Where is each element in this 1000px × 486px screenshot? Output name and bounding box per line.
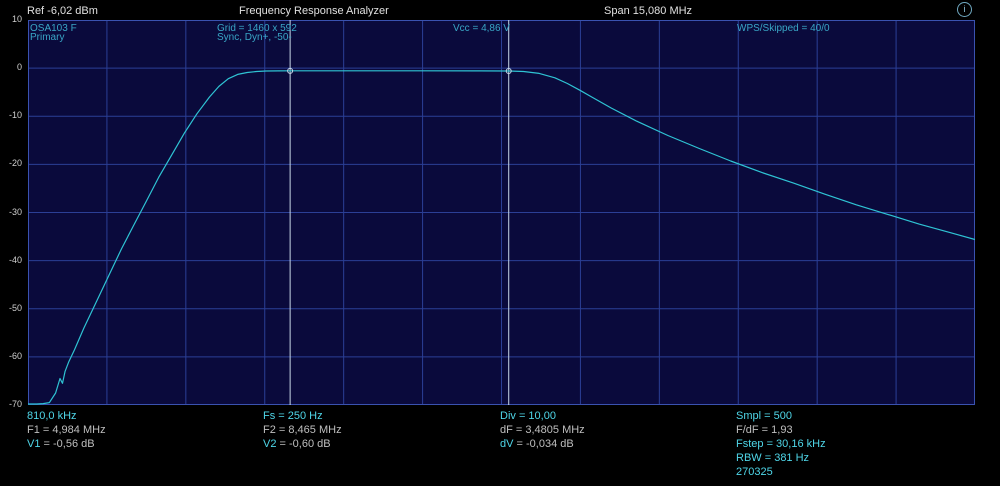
dv-text: = -0,034 dB [513,438,574,450]
sample-rate: Fs = 250 Hz [263,410,323,422]
wps-readout: WPS/Skipped = 40/0 [737,23,830,34]
resolution-bandwidth: RBW = 381 Hz [736,452,810,464]
v1-label: V1 [27,438,41,450]
y-tick-label: -30 [8,206,22,217]
delta-value: dV = -0,034 dB [500,438,574,450]
vcc-readout: Vcc = 4,86 V [453,23,510,34]
date-stamp: 270325 [736,466,773,478]
app-title: Frequency Response Analyzer [239,5,389,17]
sample-count: Smpl = 500 [736,410,792,422]
marker-v2-value: V2 = -0,60 dB [263,438,331,450]
y-tick-label: -50 [8,302,22,313]
span-readout: Span 15,080 MHz [604,5,693,17]
v2-text: = -0,60 dB [276,438,331,450]
f-over-df: F/dF = 1,93 [736,424,793,436]
frequency-step: Fstep = 30,16 kHz [736,438,826,450]
marker-v1-value: V1 = -0,56 dB [27,438,95,450]
help-icon[interactable]: i [957,2,972,17]
division-setting: Div = 10,00 [500,410,556,422]
v1-text: = -0,56 dB [40,438,95,450]
start-frequency: 810,0 kHz [27,410,77,422]
sync-info: Sync, Dyn+, -50- [217,32,292,43]
dv-label: dV [500,438,514,450]
y-tick-label: -60 [8,350,22,361]
y-tick-label: -40 [8,254,22,265]
response-chart[interactable] [28,20,975,405]
y-tick-label: -10 [8,110,22,121]
y-tick-label: -70 [8,399,22,409]
plot-area[interactable]: OSA103 F Primary Grid = 1460 x 592 Sync,… [28,20,975,405]
marker-f1-frequency: F1 = 4,984 MHz [27,424,106,436]
y-tick-label: 0 [16,62,22,73]
v2-label: V2 [263,438,277,450]
channel-name: Primary [30,32,65,43]
y-tick-label: -20 [8,158,22,169]
y-tick-label: 10 [11,14,22,24]
marker-f2-frequency: F2 = 8,465 MHz [263,424,342,436]
reference-level: Ref -6,02 dBm [27,5,98,17]
delta-frequency: dF = 3,4805 MHz [500,424,585,436]
